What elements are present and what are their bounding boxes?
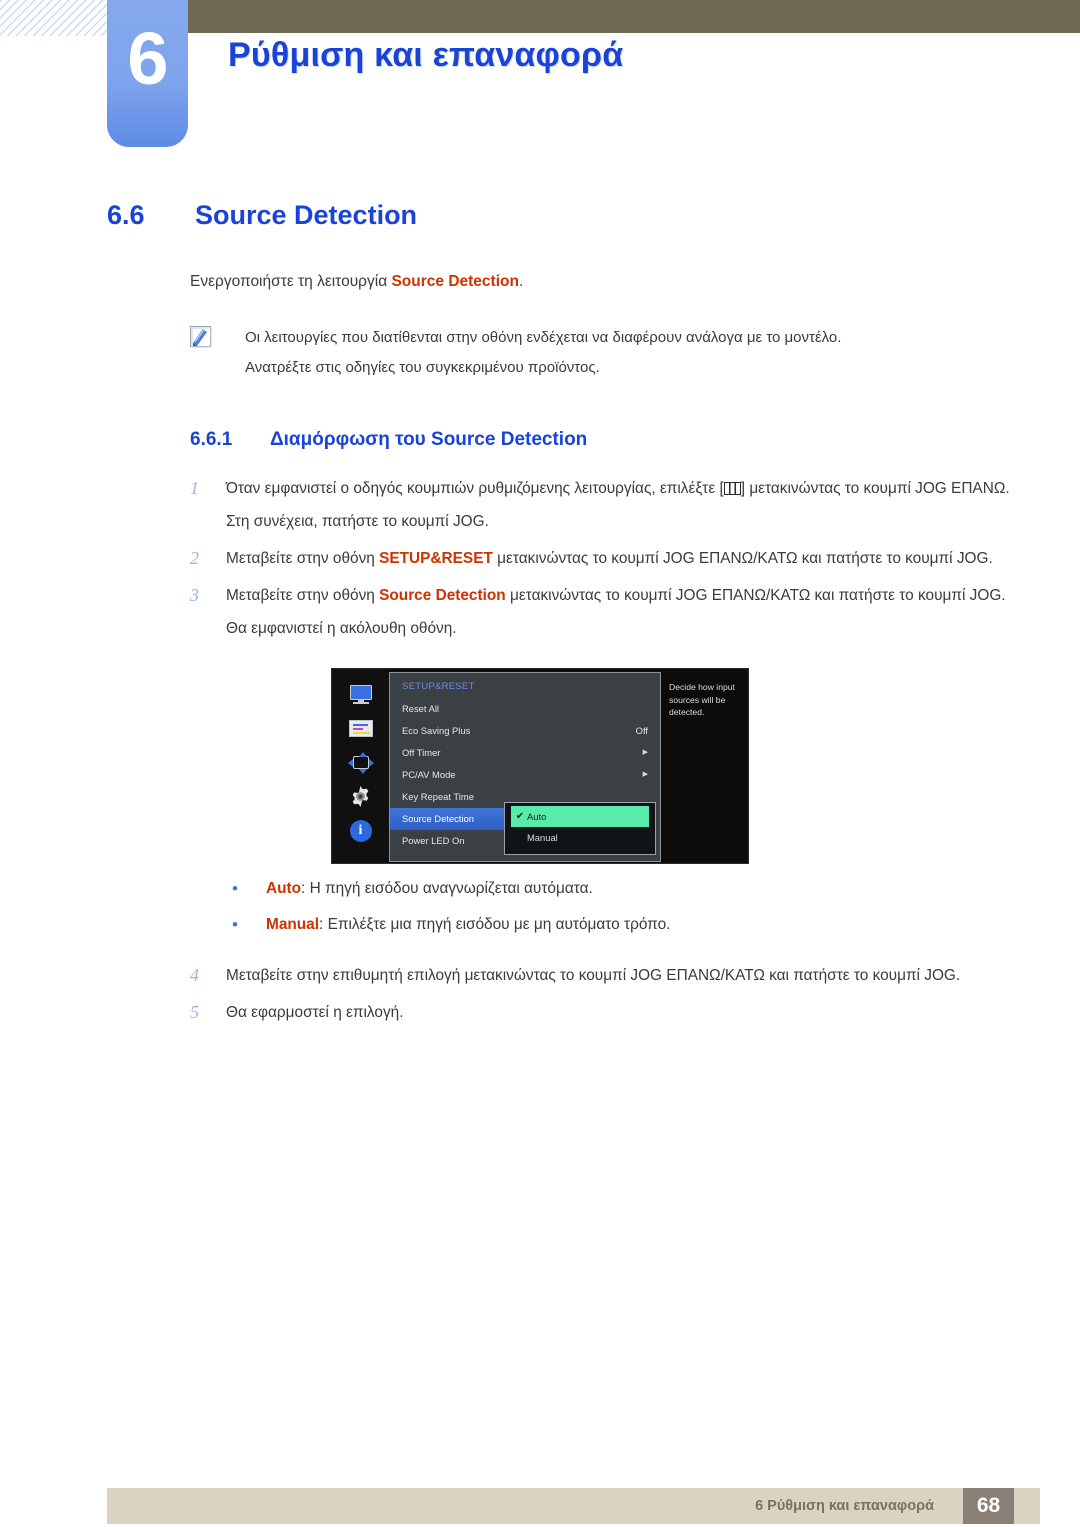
step-keyword: SETUP&RESET — [379, 550, 493, 567]
bullet-body: Auto: Η πηγή εισόδου αναγνωρίζεται αυτόμ… — [266, 876, 593, 902]
check-icon: ✔ — [515, 811, 525, 822]
osd-icon-sidebar: i — [332, 669, 389, 863]
bullet-keyword: Auto — [266, 880, 302, 897]
osd-row-reset-all[interactable]: Reset All — [390, 698, 660, 720]
step-number: 2 — [190, 548, 199, 568]
section-title: Source Detection — [195, 200, 418, 230]
osd-row-label: Eco Saving Plus — [402, 725, 471, 736]
intro-keyword: Source Detection — [391, 273, 519, 290]
section-number: 6.6 — [107, 200, 145, 230]
step-text-b: μετακινώντας το κουμπί JOG ΕΠΑΝΩ/ΚΑΤΩ κα… — [492, 550, 993, 567]
osd-row-off-timer[interactable]: Off Timer ▶ — [390, 742, 660, 764]
step-keyword: Source Detection — [379, 587, 506, 604]
section-heading: 6.6 Source Detection — [0, 200, 1080, 231]
osd-option-auto[interactable]: ✔ Auto — [511, 806, 649, 827]
step-body: Μεταβείτε στην επιθυμητή επιλογή μετακιν… — [226, 967, 961, 984]
osd-screenshot-wrapper: i SETUP&RESET Reset All Eco Saving Plus … — [0, 668, 1080, 864]
picture-icon — [347, 715, 374, 742]
monitor-icon — [347, 681, 374, 708]
step-text-a: Όταν εμφανιστεί ο οδηγός κουμπιών ρυθμιζ… — [226, 480, 724, 497]
info-icon: i — [347, 817, 374, 844]
subsection-title-keyword: Source Detection — [431, 429, 588, 450]
step-body: Θα εφαρμοστεί η επιλογή. — [226, 1004, 404, 1021]
step-item: 5 Θα εφαρμοστεί η επιλογή. — [0, 997, 1080, 1028]
footer-chapter-label: 6 Ρύθμιση και επαναφορά — [755, 1498, 934, 1514]
osd-row-label: Power LED On — [402, 835, 465, 846]
osd-option-label: Manual — [527, 832, 558, 843]
list-item: • Manual: Επιλέξτε μια πηγή εισόδου με μ… — [0, 912, 1080, 938]
bullet-marker: • — [232, 915, 238, 934]
osd-row-label: PC/AV Mode — [402, 769, 456, 780]
note-line-2: Ανατρέξτε στις οδηγίες του συγκεκριμένου… — [245, 359, 600, 376]
osd-menu-title: SETUP&RESET — [402, 681, 475, 692]
bullet-keyword: Manual — [266, 916, 320, 933]
note-text: Οι λειτουργίες που διατίθενται στην οθόν… — [245, 323, 841, 383]
osd-submenu-source-detection: ✔ Auto ✔ Manual — [504, 802, 656, 855]
subsection-title-prefix: Διαμόρφωση του — [270, 429, 432, 450]
chapter-number-badge: 6 — [107, 0, 188, 147]
corner-hatch-decoration — [0, 0, 110, 36]
osd-row-label: Key Repeat Time — [402, 791, 474, 802]
osd-option-label: Auto — [527, 811, 547, 822]
osd-help-text: Decide how input sources will be detecte… — [661, 672, 745, 862]
osd-row-label: Reset All — [402, 703, 439, 714]
intro-suffix: . — [518, 273, 524, 290]
osd-row-value: Off — [635, 725, 648, 736]
osd-option-manual[interactable]: ✔ Manual — [505, 827, 655, 848]
chevron-right-icon: ▶ — [642, 749, 648, 756]
intro-prefix: Ενεργοποιήστε τη λειτουργία — [190, 273, 392, 290]
chevron-right-icon: ▶ — [642, 771, 648, 778]
step-number: 3 — [190, 585, 199, 605]
bullet-description: : Επιλέξτε μια πηγή εισόδου με μη αυτόμα… — [319, 916, 671, 933]
section-intro: Ενεργοποιήστε τη λειτουργία Source Detec… — [0, 273, 1080, 291]
bullet-description: : Η πηγή εισόδου αναγνωρίζεται αυτόματα. — [301, 880, 593, 897]
step-item: 2 Μεταβείτε στην οθόνη SETUP&RESET μετακ… — [0, 543, 1080, 574]
step-body: Όταν εμφανιστεί ο οδηγός κουμπιών ρυθμιζ… — [226, 473, 1010, 537]
step-subtext: Θα εμφανιστεί η ακόλουθη οθόνη. — [226, 620, 457, 637]
step-number: 1 — [190, 478, 199, 498]
pencil-note-icon — [190, 326, 213, 348]
page-footer: 6 Ρύθμιση και επαναφορά 68 — [107, 1488, 1040, 1524]
step-body: Μεταβείτε στην οθόνη SETUP&RESET μετακιν… — [226, 543, 993, 574]
step-item: 3 Μεταβείτε στην οθόνη Source Detection … — [0, 580, 1080, 644]
step-text-b: ] μετακινώντας το κουμπί JOG ΕΠΑΝΩ. — [740, 480, 1010, 497]
steps-list-top: 1 Όταν εμφανιστεί ο οδηγός κουμπιών ρυθμ… — [0, 473, 1080, 644]
osd-screenshot: i SETUP&RESET Reset All Eco Saving Plus … — [331, 668, 749, 864]
subsection-number: 6.6.1 — [190, 429, 233, 450]
steps-list-bottom: 4 Μεταβείτε στην επιθυμητή επιλογή μετακ… — [0, 960, 1080, 1028]
step-text-a: Μεταβείτε στην οθόνη — [226, 587, 380, 604]
bullet-marker: • — [232, 879, 238, 898]
osd-position-icon — [347, 749, 374, 776]
note-block: Οι λειτουργίες που διατίθενται στην οθόν… — [0, 323, 1080, 383]
osd-row-eco-saving-plus[interactable]: Eco Saving Plus Off — [390, 720, 660, 742]
check-icon-placeholder: ✔ — [513, 827, 527, 848]
bullet-body: Manual: Επιλέξτε μια πηγή εισόδου με μη … — [266, 912, 670, 938]
step-number: 4 — [190, 965, 199, 985]
chapter-title: Ρύθμιση και επαναφορά — [228, 36, 624, 74]
osd-row-label: Source Detection — [402, 813, 474, 824]
osd-row-label: Off Timer — [402, 747, 441, 758]
options-bullet-list: • Auto: Η πηγή εισόδου αναγνωρίζεται αυτ… — [0, 876, 1080, 938]
step-text-b: μετακινώντας το κουμπί JOG ΕΠΑΝΩ/ΚΑΤΩ κα… — [505, 587, 1006, 604]
gear-icon — [347, 783, 374, 810]
step-number: 5 — [190, 1002, 199, 1022]
menu-button-icon — [723, 482, 741, 495]
subsection-heading: 6.6.1 Διαμόρφωση του Source Detection — [0, 429, 1080, 451]
subsection-title: Διαμόρφωση του Source Detection — [270, 429, 587, 451]
page-number: 68 — [963, 1488, 1014, 1524]
list-item: • Auto: Η πηγή εισόδου αναγνωρίζεται αυτ… — [0, 876, 1080, 902]
note-line-1: Οι λειτουργίες που διατίθενται στην οθόν… — [245, 329, 842, 346]
step-item: 4 Μεταβείτε στην επιθυμητή επιλογή μετακ… — [0, 960, 1080, 991]
step-item: 1 Όταν εμφανιστεί ο οδηγός κουμπιών ρυθμ… — [0, 473, 1080, 537]
step-text-a: Μεταβείτε στην οθόνη — [226, 550, 380, 567]
step-subtext: Στη συνέχεια, πατήστε το κουμπί JOG. — [226, 513, 489, 530]
step-body: Μεταβείτε στην οθόνη Source Detection με… — [226, 580, 1006, 644]
osd-row-pc-av-mode[interactable]: PC/AV Mode ▶ — [390, 764, 660, 786]
header-olive-bar — [188, 0, 1080, 33]
page-content: 6.6 Source Detection Ενεργοποιήστε τη λε… — [0, 200, 1080, 1034]
